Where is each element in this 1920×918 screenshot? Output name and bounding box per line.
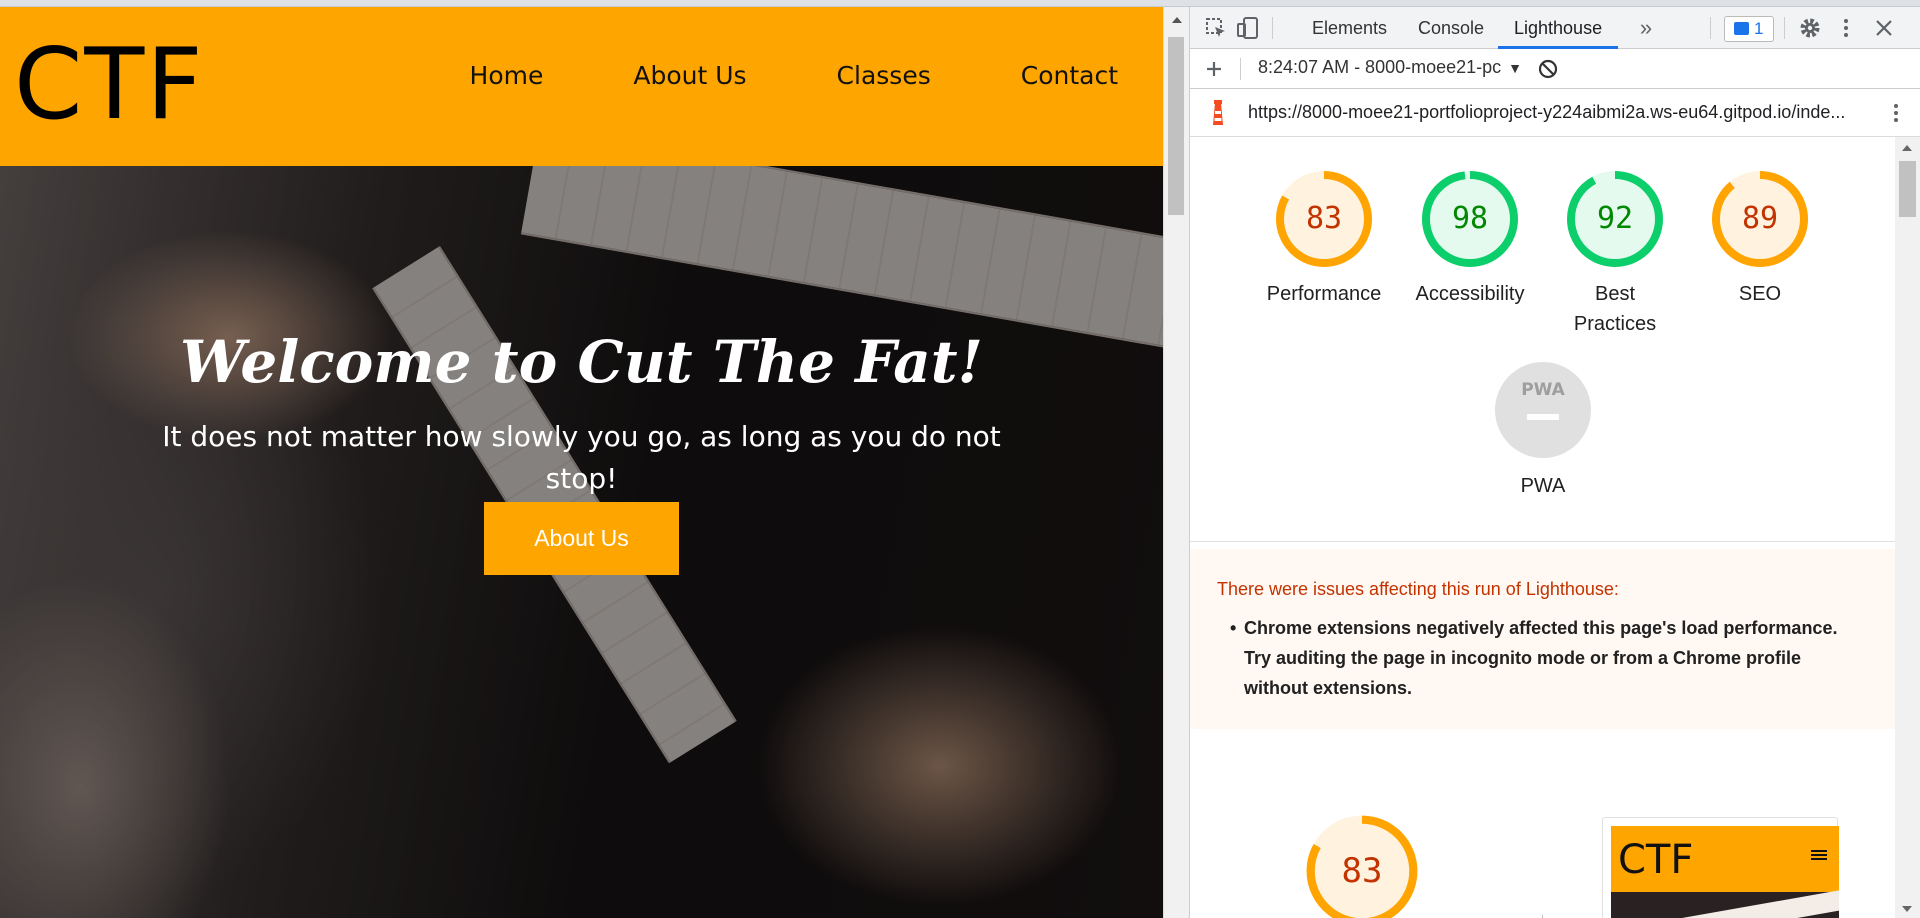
toolbar-separator — [1272, 17, 1273, 39]
dropdown-arrow-icon: ▼ — [1508, 60, 1523, 76]
pwa-badge-icon: PWA — [1521, 380, 1565, 400]
scroll-up-arrow-icon[interactable] — [1902, 145, 1912, 151]
close-devtools-icon[interactable] — [1872, 16, 1896, 40]
performance-section-value: 83 — [1341, 851, 1383, 891]
inspect-element-icon[interactable] — [1204, 16, 1228, 40]
hero-subtitle: It does not matter how slowly you go, as… — [162, 420, 1001, 495]
gauge-seo-label: SEO — [1738, 283, 1782, 305]
device-toolbar-icon[interactable] — [1236, 16, 1260, 40]
lighthouse-logo-icon — [1206, 99, 1230, 125]
scroll-up-arrow-icon[interactable] — [1172, 17, 1182, 23]
nav-link-about-us[interactable]: About Us — [588, 55, 791, 96]
report-selector-label: 8:24:07 AM - 8000-moee21-pc — [1258, 57, 1502, 77]
toolbar-separator — [1240, 58, 1241, 80]
lighthouse-report-bar: 8:24:07 AM - 8000-moee21-pc ▼ — [1190, 49, 1920, 89]
gauge-pwa-label: PWA — [1520, 475, 1566, 497]
browser-top-strip — [0, 0, 1920, 7]
scroll-down-arrow-icon[interactable] — [1902, 906, 1912, 912]
gauge-best-practices[interactable]: 92 — [1567, 171, 1663, 267]
devtools-toolbar: Elements Console Lighthouse » 1 — [1190, 7, 1920, 49]
hero-about-us-button[interactable]: About Us — [484, 502, 679, 575]
message-icon — [1734, 22, 1749, 35]
run-warnings-list: • Chrome extensions negatively affected … — [1230, 613, 1844, 703]
run-warning-item: Chrome extensions negatively affected th… — [1244, 618, 1838, 698]
nav-link-classes[interactable]: Classes — [792, 55, 976, 96]
gauge-accessibility-label: Accessibility — [1415, 283, 1525, 305]
page-scrollbar[interactable] — [1163, 7, 1189, 918]
website-viewport: CTF Home About Us Classes Contact Welcom… — [0, 7, 1163, 918]
site-header: CTF Home About Us Classes Contact — [0, 7, 1163, 166]
lighthouse-report: 83 Performance 98 Accessibility 92 Best … — [1190, 137, 1896, 918]
hamburger-menu-icon — [1811, 850, 1827, 860]
hero-section: Welcome to Cut The Fat! It does not matt… — [0, 166, 1163, 918]
more-options-icon[interactable] — [1834, 16, 1858, 40]
bullet-icon: • — [1230, 618, 1237, 638]
page-scrollbar-thumb[interactable] — [1168, 37, 1184, 215]
performance-section-gauge[interactable]: 83 — [1306, 815, 1418, 918]
tab-lighthouse[interactable]: Lighthouse — [1498, 7, 1619, 49]
run-warnings-box: There were issues affecting this run of … — [1190, 549, 1896, 729]
thumbnail-hero-image — [1650, 888, 1839, 918]
gauge-performance-value: 83 — [1305, 201, 1343, 236]
thumbnail-image: CTF — [1611, 826, 1839, 918]
nav-link-home[interactable]: Home — [425, 55, 589, 96]
report-scrollbar-thumb[interactable] — [1899, 161, 1916, 217]
report-divider — [1190, 541, 1896, 542]
tab-elements[interactable]: Elements — [1310, 7, 1389, 49]
report-menu-icon[interactable] — [1884, 101, 1908, 125]
gauge-accessibility-value: 98 — [1451, 201, 1489, 236]
clear-reports-icon[interactable] — [1536, 57, 1560, 81]
gauge-performance[interactable]: 83 — [1276, 171, 1372, 267]
toolbar-separator — [1784, 17, 1785, 39]
report-url[interactable]: https://8000-moee21-portfolioproject-y22… — [1248, 102, 1860, 123]
site-logo[interactable]: CTF — [14, 35, 205, 135]
thumbnail-logo: CTF — [1618, 837, 1694, 883]
gauge-accessibility[interactable]: 98 — [1422, 171, 1518, 267]
hero-title: Welcome to Cut The Fat! — [179, 328, 984, 396]
issues-count: 1 — [1754, 19, 1764, 38]
gauge-pwa[interactable]: PWA — [1495, 362, 1591, 458]
gauge-seo-value: 89 — [1741, 201, 1779, 236]
thumbnail-header: CTF — [1611, 826, 1839, 892]
settings-gear-icon[interactable] — [1798, 16, 1822, 40]
final-screenshot-thumbnail[interactable]: CTF — [1602, 817, 1839, 918]
report-url-bar: https://8000-moee21-portfolioproject-y22… — [1190, 89, 1920, 137]
new-report-plus-icon[interactable] — [1202, 57, 1226, 81]
tab-console[interactable]: Console — [1416, 7, 1486, 49]
run-warnings-title: There were issues affecting this run of … — [1217, 579, 1619, 599]
gauge-best-practices-value: 92 — [1596, 201, 1634, 236]
report-selector[interactable]: 8:24:07 AM - 8000-moee21-pc ▼ — [1258, 57, 1522, 78]
pwa-dash-icon — [1527, 414, 1559, 420]
site-nav: Home About Us Classes Contact — [425, 55, 1163, 96]
issues-badge[interactable]: 1 — [1724, 16, 1774, 42]
more-tabs-icon[interactable]: » — [1634, 16, 1658, 40]
gauge-best-practices-label: Best Practices — [1573, 283, 1657, 335]
nav-link-contact[interactable]: Contact — [976, 55, 1163, 96]
gauge-seo[interactable]: 89 — [1712, 171, 1808, 267]
report-scrollbar[interactable] — [1895, 137, 1920, 918]
devtools-panel: Elements Console Lighthouse » 1 8:24:07 … — [1189, 7, 1920, 918]
toolbar-separator — [1710, 17, 1711, 39]
gauge-performance-label: Performance — [1266, 283, 1382, 305]
